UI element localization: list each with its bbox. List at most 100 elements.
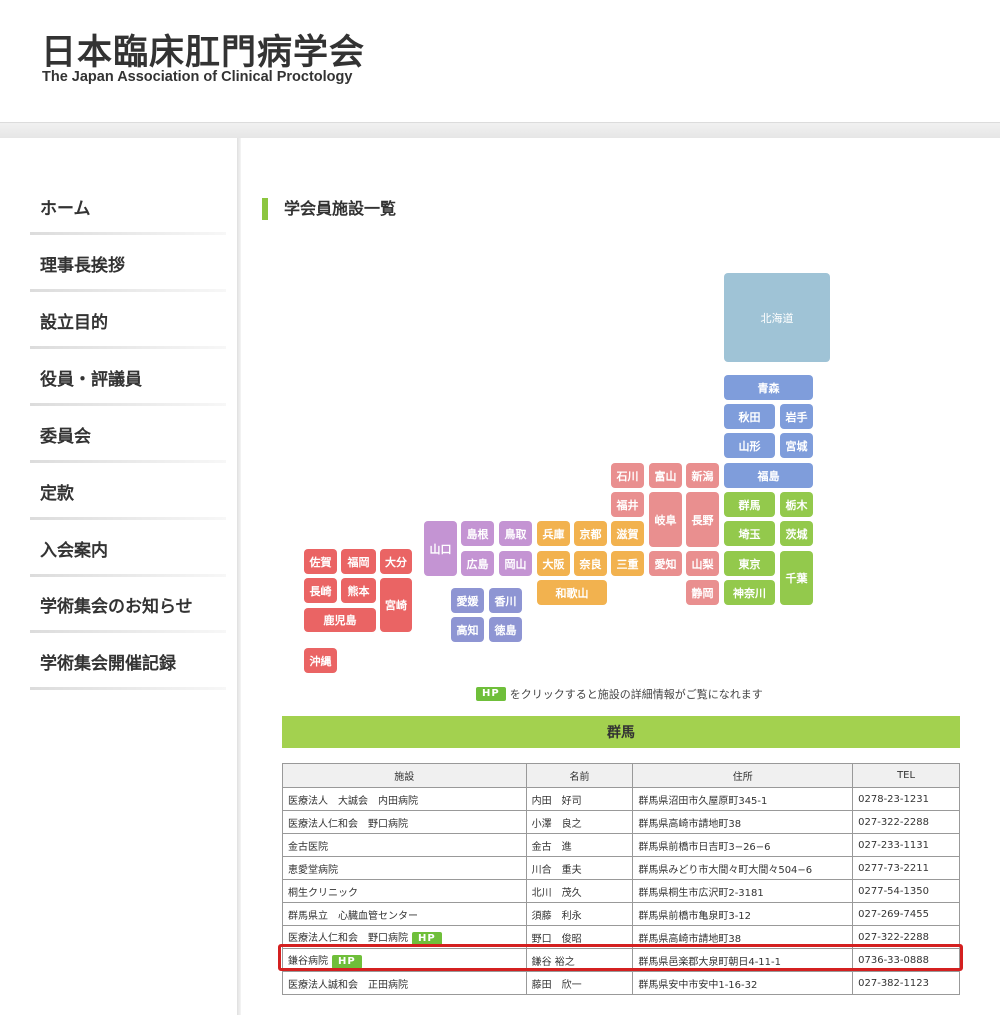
cell-tel-text: 0277-54-1350 bbox=[858, 885, 929, 897]
pref-miyazaki[interactable]: 宮崎 bbox=[380, 578, 412, 632]
pref-toyama[interactable]: 富山 bbox=[649, 463, 682, 488]
pref-yamaguchi[interactable]: 山口 bbox=[424, 521, 457, 576]
pref-osaka[interactable]: 大阪 bbox=[537, 551, 570, 576]
pref-iwate[interactable]: 岩手 bbox=[780, 404, 813, 429]
cell-tel: 027-233-1131 bbox=[852, 833, 960, 857]
pref-tochigi[interactable]: 栃木 bbox=[780, 492, 813, 517]
cell-name: 鎌谷 裕之 bbox=[525, 948, 634, 972]
cell-name: 藤田 欣一 bbox=[525, 971, 634, 995]
cell-facility: 恵愛堂病院 bbox=[282, 856, 527, 880]
nav-membership[interactable]: 入会案内 bbox=[30, 520, 226, 577]
pref-oita[interactable]: 大分 bbox=[380, 549, 412, 574]
cell-facility: 群馬県立 心臓血管センター bbox=[282, 902, 527, 926]
pref-shimane[interactable]: 島根 bbox=[461, 521, 494, 546]
pref-fukuoka[interactable]: 福岡 bbox=[341, 549, 376, 574]
cell-facility-text: 金古医院 bbox=[288, 841, 328, 853]
cell-facility-text: 群馬県立 心臓血管センター bbox=[288, 910, 418, 922]
pref-ehime[interactable]: 愛媛 bbox=[451, 588, 484, 613]
nav-meeting-history[interactable]: 学術集会開催記録 bbox=[30, 633, 226, 690]
pref-saga[interactable]: 佐賀 bbox=[304, 549, 337, 574]
cell-facility-text: 桐生クリニック bbox=[288, 887, 358, 899]
pref-hyogo[interactable]: 兵庫 bbox=[537, 521, 570, 546]
cell-address-text: 群馬県高崎市請地町38 bbox=[638, 818, 742, 830]
cell-tel: 0278-23-1231 bbox=[852, 787, 960, 811]
pref-chiba[interactable]: 千葉 bbox=[780, 551, 813, 605]
pref-tokushima[interactable]: 徳島 bbox=[489, 617, 522, 642]
pref-kagoshima[interactable]: 鹿児島 bbox=[304, 608, 376, 632]
cell-name: 北川 茂久 bbox=[525, 879, 634, 903]
pref-fukushima[interactable]: 福島 bbox=[724, 463, 813, 488]
pref-ibaraki[interactable]: 茨城 bbox=[780, 521, 813, 546]
nav-home[interactable]: ホーム bbox=[30, 178, 226, 235]
cell-name-text: 内田 好司 bbox=[531, 795, 582, 807]
cell-name-text: 小澤 良之 bbox=[531, 818, 582, 830]
pref-tottori[interactable]: 鳥取 bbox=[499, 521, 532, 546]
table-header-row: 施設 名前 住所 TEL bbox=[282, 763, 960, 788]
site-logo-english[interactable]: The Japan Association of Clinical Procto… bbox=[42, 69, 352, 85]
hp-link-button[interactable]: HP bbox=[332, 954, 362, 969]
pref-tokyo[interactable]: 東京 bbox=[724, 551, 775, 576]
cell-tel-text: 027-322-2288 bbox=[858, 931, 929, 943]
col-header-address: 住所 bbox=[632, 763, 854, 788]
pref-ishikawa[interactable]: 石川 bbox=[611, 463, 644, 488]
cell-address: 群馬県高崎市請地町38 bbox=[632, 925, 854, 949]
pref-wakayama[interactable]: 和歌山 bbox=[537, 580, 607, 605]
pref-hokkaido[interactable]: 北海道 bbox=[724, 273, 830, 362]
cell-tel: 027-269-7455 bbox=[852, 902, 960, 926]
hp-link-button[interactable]: HP bbox=[412, 931, 442, 946]
nav-committees[interactable]: 委員会 bbox=[30, 406, 226, 463]
cell-address-text: 群馬県邑楽郡大泉町朝日4-11-1 bbox=[638, 956, 781, 968]
cell-address-text: 群馬県沼田市久屋原町345-1 bbox=[638, 795, 768, 807]
cell-name: 野口 俊昭 bbox=[525, 925, 634, 949]
cell-facility: 医療法人 大誠会 内田病院 bbox=[282, 787, 527, 811]
pref-kagawa[interactable]: 香川 bbox=[489, 588, 522, 613]
pref-shiga[interactable]: 滋賀 bbox=[611, 521, 644, 546]
pref-aichi[interactable]: 愛知 bbox=[649, 551, 682, 576]
pref-hiroshima[interactable]: 広島 bbox=[461, 551, 494, 576]
cell-name-text: 藤田 欣一 bbox=[531, 979, 582, 991]
pref-kanagawa[interactable]: 神奈川 bbox=[724, 580, 775, 605]
cell-address-text: 群馬県桐生市広沢町2-3181 bbox=[638, 887, 764, 899]
cell-name: 須藤 利永 bbox=[525, 902, 634, 926]
pref-mie[interactable]: 三重 bbox=[611, 551, 644, 576]
pref-gifu[interactable]: 岐阜 bbox=[649, 492, 682, 547]
nav-meeting-notice[interactable]: 学術集会のお知らせ bbox=[30, 576, 226, 633]
pref-kyoto[interactable]: 京都 bbox=[574, 521, 607, 546]
cell-facility: 鎌谷病院 HP bbox=[282, 948, 527, 972]
cell-facility-text: 医療法人 大誠会 内田病院 bbox=[288, 795, 418, 807]
pref-aomori[interactable]: 青森 bbox=[724, 375, 813, 400]
cell-tel: 0736-33-0888 bbox=[852, 948, 960, 972]
nav-bylaws[interactable]: 定款 bbox=[30, 463, 226, 520]
pref-yamanashi[interactable]: 山梨 bbox=[686, 551, 719, 576]
header-divider-band bbox=[0, 122, 1000, 138]
region-heading: 群馬 bbox=[282, 716, 960, 748]
site-logo-japanese[interactable]: 日本臨床肛門病学会 bbox=[41, 24, 365, 75]
pref-gunma[interactable]: 群馬 bbox=[724, 492, 775, 517]
pref-okayama[interactable]: 岡山 bbox=[499, 551, 532, 576]
col-header-tel: TEL bbox=[852, 763, 960, 788]
nav-purpose[interactable]: 設立目的 bbox=[30, 292, 226, 349]
nav-chairman-greeting[interactable]: 理事長挨拶 bbox=[30, 235, 226, 292]
pref-niigata[interactable]: 新潟 bbox=[686, 463, 719, 488]
pref-saitama[interactable]: 埼玉 bbox=[724, 521, 775, 546]
nav-officers[interactable]: 役員・評議員 bbox=[30, 349, 226, 406]
pref-shizuoka[interactable]: 静岡 bbox=[686, 580, 719, 605]
pref-nara[interactable]: 奈良 bbox=[574, 551, 607, 576]
pref-nagasaki[interactable]: 長崎 bbox=[304, 578, 337, 603]
pref-fukui[interactable]: 福井 bbox=[611, 492, 644, 517]
cell-name-text: 金古 進 bbox=[531, 841, 572, 853]
table-row: 医療法人仁和会 野口病院 HP 野口 俊昭 群馬県高崎市請地町38 027-322-22… bbox=[282, 925, 960, 949]
table-row: 桐生クリニック 北川 茂久 群馬県桐生市広沢町2-3181 0277-54-1350 bbox=[282, 879, 960, 903]
cell-tel-text: 027-233-1131 bbox=[858, 839, 929, 851]
pref-akita[interactable]: 秋田 bbox=[724, 404, 775, 429]
pref-yamagata[interactable]: 山形 bbox=[724, 433, 775, 458]
pref-miyagi[interactable]: 宮城 bbox=[780, 433, 813, 458]
cell-tel: 0277-54-1350 bbox=[852, 879, 960, 903]
cell-tel-text: 027-322-2288 bbox=[858, 816, 929, 828]
pref-kochi[interactable]: 高知 bbox=[451, 617, 484, 642]
cell-address-text: 群馬県みどり市大間々町大間々504−6 bbox=[638, 864, 813, 876]
pref-kumamoto[interactable]: 熊本 bbox=[341, 578, 376, 603]
pref-okinawa[interactable]: 沖縄 bbox=[304, 648, 337, 673]
pref-nagano[interactable]: 長野 bbox=[686, 492, 719, 547]
cell-address: 群馬県桐生市広沢町2-3181 bbox=[632, 879, 854, 903]
